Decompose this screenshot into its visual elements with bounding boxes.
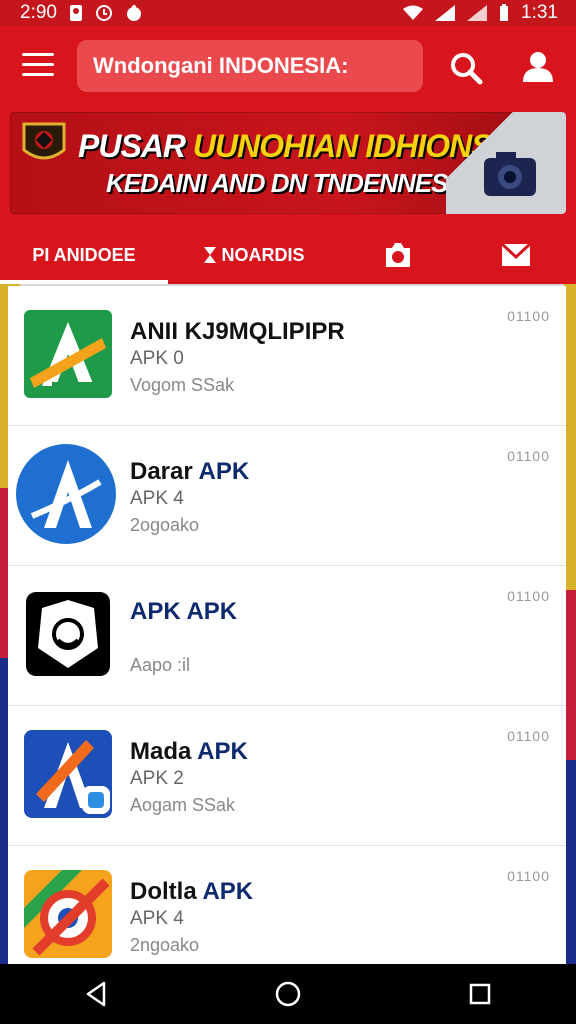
menu-icon-bar [22,63,54,66]
tab-android[interactable]: PI ANIDOEE [0,226,168,284]
app-name-apk: APK [198,458,250,485]
banner-subtitle: KEDAINI AND DN TNDENNESI [106,168,455,198]
app-size: 01100 [507,728,550,744]
black-emblem-icon [22,588,114,680]
app-name-text: Doltla [130,878,197,905]
app-version: APK 2 [130,768,184,789]
system-nav-bar [0,964,576,1024]
signal-2-icon [467,5,488,21]
menu-icon-bar [22,53,54,56]
app-developer: Aogam SSak [130,795,236,815]
status-time-right: 1:31 [521,2,558,23]
app-size: 01100 [507,308,550,324]
camera-illustration-icon [482,148,538,198]
home-icon [275,981,301,1007]
search-icon[interactable] [448,50,484,86]
app-name: Mada APK [130,738,248,766]
tab-noardis-label: NOARDIS [221,244,305,265]
app-version: APK 4 [130,908,184,929]
app-developer: 2ogoako [130,515,200,535]
emblem-icon [20,122,68,166]
app-size: 01100 [507,868,550,884]
app-developer: Aapo :il [130,655,191,675]
app-name-text: Mada [130,738,192,765]
back-button[interactable] [66,964,126,1024]
app-version: APK 4 [130,488,184,509]
blue-a-icon [16,444,116,544]
menu-icon-bar [22,73,54,76]
app-name-apk: APK [186,598,238,625]
app-name-text: Darar [130,458,193,485]
status-left: 2:90 [20,2,143,24]
tab-android-label: PI ANIDOEE [32,244,136,265]
app-bar: Wndongani INDONESIA: [0,26,576,108]
app-name: APK APK [130,598,237,626]
hourglass-icon [204,247,217,263]
list-item[interactable]: Darar APK APK 4 2ogoako 01100 [8,426,566,566]
wifi-icon [403,5,424,21]
sync-icon [95,4,113,22]
app-name: ANII KJ9MQLIPIPR [130,318,345,346]
home-button[interactable] [258,964,318,1024]
blue-orange-a-icon [22,728,114,820]
status-right: 1:31 [403,2,558,24]
app-size: 01100 [507,448,550,464]
search-input[interactable]: Wndongani INDONESIA: [77,40,423,92]
camera-icon [386,243,410,267]
app-name-text: ANII KJ9MQLIPIPR [130,318,345,345]
promo-banner[interactable]: PUSAR UUNOHIAN IDHIONSIA KEDAINI AND DN … [10,112,566,214]
app-name: Darar APK [130,458,249,486]
app-version: APK 0 [130,348,184,369]
app-name: Doltla APK [130,878,253,906]
app-name-apk: APK [197,738,248,765]
tab-mail[interactable] [460,226,576,284]
green-a-icon [22,308,114,400]
battery-icon [499,4,509,22]
location-icon [69,4,83,22]
tab-noardis[interactable]: NOARDIS [168,226,340,284]
orange-circle-icon [22,868,114,960]
list-item[interactable]: APK APK Aapo :il 01100 [8,566,566,706]
mail-icon [501,243,531,266]
signal-icon [435,5,456,21]
app-developer: 2ngoako [130,935,200,955]
back-icon [86,981,106,1007]
recents-icon [469,983,491,1005]
app-name-text: APK [130,598,181,625]
app-size: 01100 [507,588,550,604]
app-list: ANII KJ9MQLIPIPR APK 0 Vogom SSak 01100 … [8,286,566,964]
list-item[interactable]: ANII KJ9MQLIPIPR APK 0 Vogom SSak 01100 [8,286,566,426]
notification-icon [125,4,143,22]
status-bar: 2:90 1:31 [0,0,576,26]
app-developer: Vogom SSak [130,375,235,395]
status-time: 2:90 [20,2,57,23]
app-name-apk: APK [202,878,254,905]
list-item[interactable]: Mada APK APK 2 Aogam SSak 01100 [8,706,566,846]
tab-bar: PI ANIDOEE NOARDIS [0,226,576,284]
account-icon[interactable] [520,48,556,84]
banner-section: PUSAR UUNOHIAN IDHIONSIA KEDAINI AND DN … [0,108,576,226]
banner-title-part1: PUSAR [78,128,186,164]
menu-button[interactable] [22,53,54,77]
list-item[interactable]: Doltla APK APK 4 2ngoako 01100 [8,846,566,964]
tab-camera[interactable] [340,226,460,284]
recents-button[interactable] [450,964,510,1024]
